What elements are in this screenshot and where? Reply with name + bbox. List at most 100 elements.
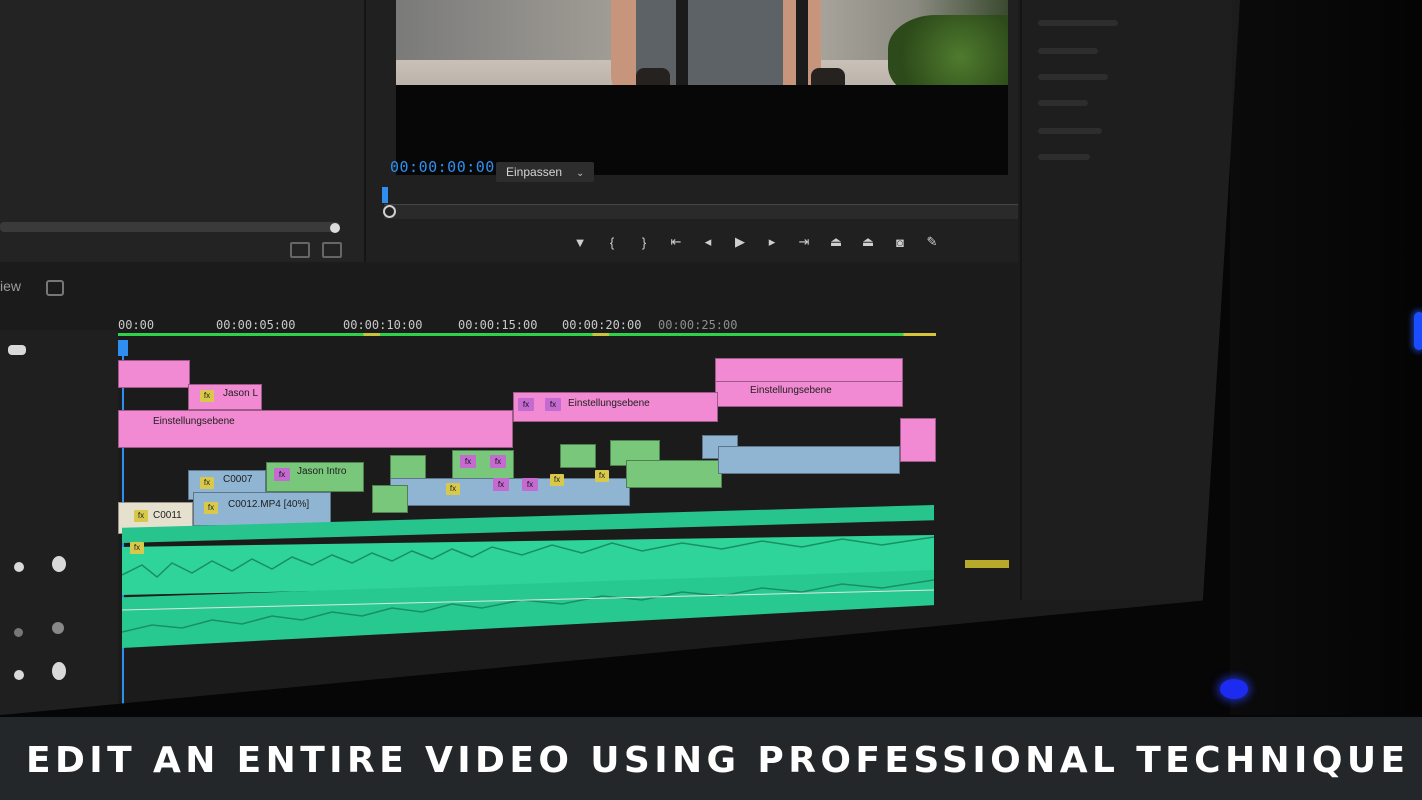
timeline-clip[interactable] xyxy=(390,478,630,506)
panel-row[interactable] xyxy=(1038,128,1102,134)
program-scrub-bar[interactable] xyxy=(384,204,1018,219)
lift-icon[interactable]: ⏏ xyxy=(827,234,845,250)
timeline-clip[interactable] xyxy=(118,360,190,388)
photoshop-icon[interactable]: Ps xyxy=(592,698,618,715)
fx-badge: fx xyxy=(490,455,506,468)
timeline-clip[interactable]: Einstellungsebene xyxy=(715,381,903,407)
effects-panel xyxy=(1020,0,1232,600)
timeline-clip[interactable] xyxy=(900,418,936,462)
fx-badge: fx xyxy=(446,483,460,495)
in-point-icon[interactable]: { xyxy=(603,235,621,250)
fx-badge: fx xyxy=(518,398,534,411)
wrench-icon[interactable]: ✎ xyxy=(923,234,941,250)
insert-icon[interactable] xyxy=(290,242,310,258)
panel-row[interactable] xyxy=(1038,100,1088,106)
chevron-down-icon: ⌄ xyxy=(576,168,585,179)
taskbar: Pr Ps Lr xyxy=(480,690,680,715)
dark-background xyxy=(1230,0,1422,715)
clip-label: Einstellungsebene xyxy=(750,385,832,396)
export-frame-icon[interactable]: ◙ xyxy=(891,235,909,250)
fx-badge: fx xyxy=(204,502,218,514)
clip-label: C0011 xyxy=(153,510,182,521)
solo-icon[interactable] xyxy=(52,622,64,634)
power-led xyxy=(1220,679,1248,699)
sequence-tab[interactable]: iew xyxy=(0,278,21,294)
panel-row[interactable] xyxy=(1038,48,1098,54)
playhead-timecode[interactable]: 00:00:00:00 xyxy=(390,158,495,176)
zoom-fit-select[interactable]: Einpassen ⌄ xyxy=(496,162,595,182)
program-playhead[interactable] xyxy=(382,187,388,203)
timeline-clip[interactable] xyxy=(560,444,596,468)
clip-label: C0012.MP4 [40%] xyxy=(228,499,310,510)
fx-badge: fx xyxy=(522,478,538,491)
app-label: Ps xyxy=(598,704,612,715)
panel-row[interactable] xyxy=(1038,20,1118,26)
fx-badge: fx xyxy=(460,455,476,468)
step-back-icon[interactable]: ◂ xyxy=(699,234,717,250)
preview-strap xyxy=(796,0,808,95)
go-to-out-icon[interactable]: ⇥ xyxy=(795,234,813,250)
ruler-label: 00:00:20:00 xyxy=(562,318,642,332)
ruler-label: 00:00:25:00 xyxy=(658,318,738,332)
fx-badge: fx xyxy=(130,542,144,554)
timeline-clip[interactable] xyxy=(718,446,900,474)
clip-label: C0007 xyxy=(223,474,253,485)
sequence-menu-icon[interactable] xyxy=(46,280,64,296)
program-scrub-knob[interactable] xyxy=(383,205,396,218)
timeline-clip[interactable] xyxy=(626,460,722,488)
timeline-clip[interactable]: Einstellungsebene xyxy=(513,392,718,422)
fx-badge: fx xyxy=(200,390,214,402)
clip-label: Jason Intro xyxy=(297,466,347,477)
go-to-in-icon[interactable]: ⇤ xyxy=(667,234,685,250)
panel-row[interactable] xyxy=(1038,154,1090,160)
fx-badge: fx xyxy=(493,478,509,491)
clip-label: Jason L xyxy=(223,388,259,399)
play-icon[interactable]: ▶ xyxy=(731,234,749,250)
overwrite-icon[interactable] xyxy=(322,242,342,258)
fx-badge: fx xyxy=(550,474,564,486)
photo-of-editing-monitor: 00:00:00:00 Einpassen ⌄ ▼ { } ⇤ ◂ ▶ ▸ ⇥ ⏏… xyxy=(0,0,1422,800)
ruler-label: 00:00:10:00 xyxy=(343,318,423,332)
timeline-clip[interactable] xyxy=(715,358,903,382)
step-forward-icon[interactable]: ▸ xyxy=(763,234,781,250)
fx-badge: fx xyxy=(545,398,561,411)
banner-title: EDIT AN ENTIRE VIDEO USING PROFESSIONAL … xyxy=(26,740,1410,781)
premiere-pro-icon[interactable]: Pr xyxy=(546,706,572,715)
mute-icon[interactable] xyxy=(14,628,23,637)
monitor-screen: 00:00:00:00 Einpassen ⌄ ▼ { } ⇤ ◂ ▶ ▸ ⇥ ⏏… xyxy=(0,0,1240,715)
app-label: Lr xyxy=(646,696,656,707)
solo-icon[interactable] xyxy=(52,556,66,572)
transport-controls: ▼ { } ⇤ ◂ ▶ ▸ ⇥ ⏏ ⏏ ◙ ✎ xyxy=(571,232,941,252)
fx-badge: fx xyxy=(134,510,148,522)
preview-strap xyxy=(676,0,688,95)
clip-label: Einstellungsebene xyxy=(568,398,650,409)
timeline-clip[interactable]: Einstellungsebene xyxy=(118,410,513,448)
fx-badge: fx xyxy=(274,468,290,481)
render-bar xyxy=(118,333,936,336)
extract-icon[interactable]: ⏏ xyxy=(859,234,877,250)
app-label: Pr xyxy=(554,712,565,715)
track-headers xyxy=(0,330,118,715)
ruler-label: 00:00:05:00 xyxy=(216,318,296,332)
wrench-icon[interactable] xyxy=(8,345,26,355)
source-scrub-bar[interactable] xyxy=(0,222,340,232)
clip-label: Einstellungsebene xyxy=(153,416,235,427)
fx-badge: fx xyxy=(200,477,214,489)
audio-meter xyxy=(965,560,1009,568)
source-monitor-panel xyxy=(0,0,366,262)
mute-icon[interactable] xyxy=(14,562,24,572)
marker-icon[interactable]: ▼ xyxy=(571,235,589,250)
out-point-icon[interactable]: } xyxy=(635,235,653,250)
lightroom-icon[interactable]: Lr xyxy=(638,690,664,715)
timeline-clip[interactable] xyxy=(372,485,408,513)
source-scrub-knob[interactable] xyxy=(330,223,340,233)
ruler-label: 00:00:15:00 xyxy=(458,318,538,332)
blue-light xyxy=(1414,312,1422,350)
mute-icon[interactable] xyxy=(14,670,24,680)
fx-badge: fx xyxy=(595,470,609,482)
solo-icon[interactable] xyxy=(52,662,66,680)
program-monitor-panel: 00:00:00:00 Einpassen ⌄ ▼ { } ⇤ ◂ ▶ ▸ ⇥ ⏏… xyxy=(366,0,1018,262)
panel-row[interactable] xyxy=(1038,74,1108,80)
zoom-fit-value: Einpassen xyxy=(506,165,563,179)
ruler-label: 00:00 xyxy=(118,318,155,332)
